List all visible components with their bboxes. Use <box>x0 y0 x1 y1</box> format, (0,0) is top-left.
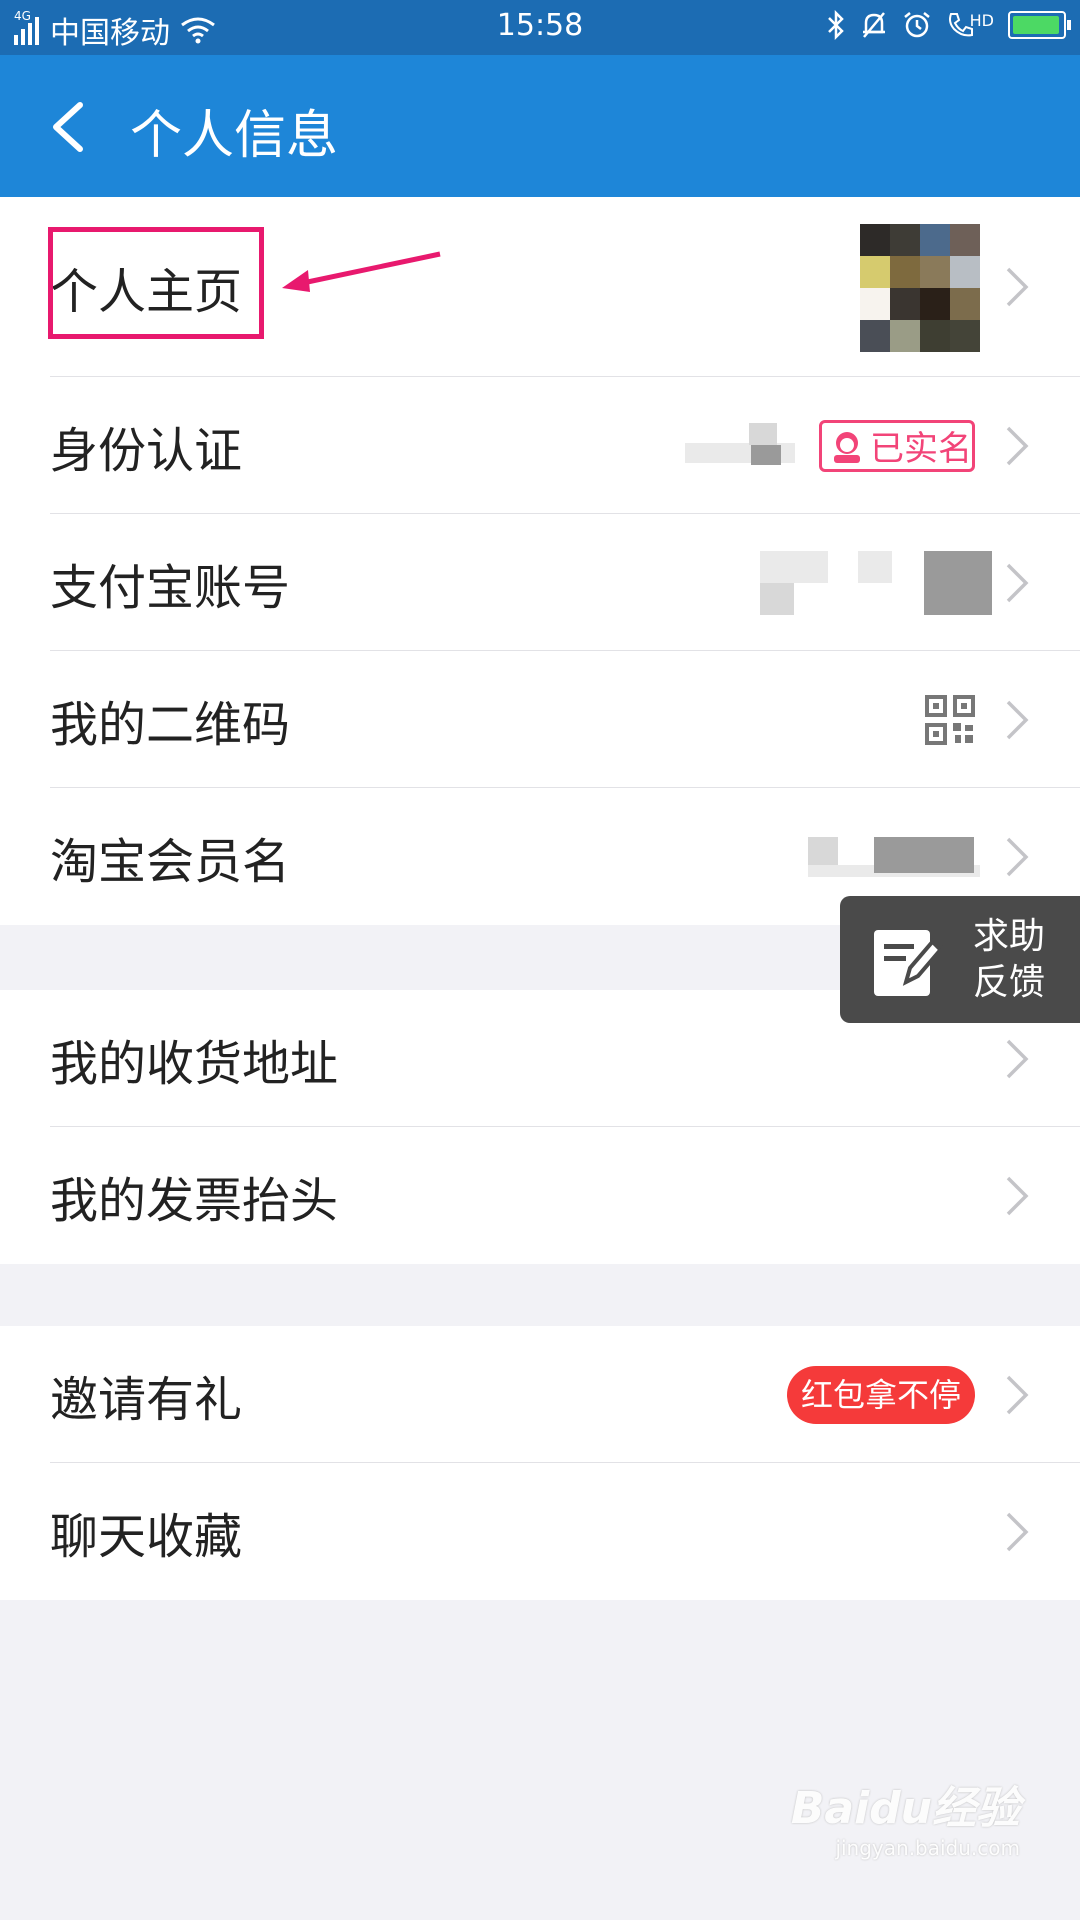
hd-call-icon: HD <box>946 11 994 39</box>
arrow-annotation-icon <box>282 251 441 292</box>
chevron-right-icon <box>1006 837 1029 876</box>
chevron-right-icon <box>1006 1375 1029 1414</box>
row-label: 邀请有礼 <box>50 1371 243 1428</box>
bluetooth-icon <box>827 10 844 40</box>
row-label: 我的收货地址 <box>50 1035 339 1092</box>
masked-name <box>685 422 795 469</box>
watermark-url: jingyan.baidu.com <box>835 1836 1020 1860</box>
watermark-brand: Baidu经验 <box>790 1783 1020 1834</box>
user-avatar-icon <box>834 431 860 463</box>
row-alipay-account[interactable]: 支付宝账号 <box>0 514 1080 651</box>
chevron-right-icon <box>1006 700 1029 739</box>
row-label: 淘宝会员名 <box>50 833 291 890</box>
chevron-right-icon <box>1006 267 1029 307</box>
help-text-line2: 反馈 <box>973 962 1046 1003</box>
row-label: 支付宝账号 <box>50 559 291 616</box>
row-label: 聊天收藏 <box>50 1508 243 1565</box>
chevron-right-icon <box>1006 1176 1029 1215</box>
title-bar: 个人信息 <box>0 55 1080 197</box>
row-label: 我的二维码 <box>50 696 291 753</box>
hd-label: HD <box>969 10 994 30</box>
qrcode-icon <box>925 694 975 745</box>
row-identity-verification[interactable]: 身份认证 已实名 <box>0 377 1080 514</box>
chevron-right-icon <box>1006 1512 1029 1551</box>
help-text: 求助 反馈 <box>973 914 1045 1006</box>
page-title: 个人信息 <box>130 106 339 166</box>
highlight-box <box>48 227 264 339</box>
chevron-right-icon <box>1006 1039 1029 1078</box>
back-arrow-icon[interactable] <box>42 97 102 157</box>
help-feedback-button[interactable]: 求助 反馈 <box>840 896 1080 1023</box>
verified-badge: 已实名 <box>819 419 975 472</box>
red-packet-badge: 红包拿不停 <box>786 1365 975 1424</box>
masked-account <box>728 550 998 615</box>
watermark: Baidu经验 jingyan.baidu.com <box>791 1772 1020 1860</box>
edit-note-icon <box>874 930 944 996</box>
row-label: 我的发票抬头 <box>50 1172 339 1229</box>
battery-icon <box>1008 11 1071 39</box>
status-right: HD <box>812 10 1071 40</box>
row-invite-gift[interactable]: 邀请有礼 红包拿不停 <box>0 1326 1080 1463</box>
chevron-right-icon <box>1006 563 1029 602</box>
list-group-extras: 邀请有礼 红包拿不停 聊天收藏 <box>0 1326 1080 1600</box>
mute-bell-icon <box>862 12 885 38</box>
status-bar: 4G 中国移动 15:58 HD <box>0 0 1080 55</box>
chevron-right-icon <box>1006 426 1029 465</box>
masked-member-name <box>808 836 980 877</box>
alarm-icon <box>903 12 930 38</box>
avatar <box>860 224 980 352</box>
row-chat-favorites[interactable]: 聊天收藏 <box>0 1463 1080 1600</box>
row-label: 身份认证 <box>50 422 243 479</box>
row-my-qrcode[interactable]: 我的二维码 <box>0 651 1080 788</box>
verified-text: 已实名 <box>870 429 972 469</box>
help-text-line1: 求助 <box>973 916 1046 957</box>
row-invoice-title[interactable]: 我的发票抬头 <box>0 1127 1080 1264</box>
list-group-address: 我的收货地址 我的发票抬头 <box>0 990 1080 1264</box>
